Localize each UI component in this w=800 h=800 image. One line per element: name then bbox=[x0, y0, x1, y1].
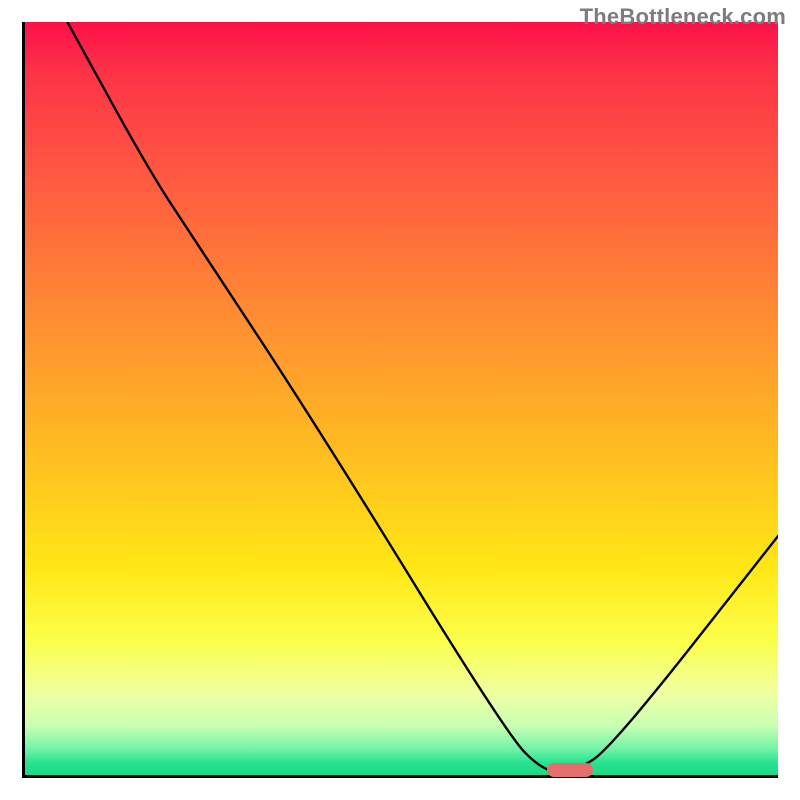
optimal-marker bbox=[547, 763, 593, 777]
plot-area bbox=[22, 22, 778, 778]
gradient-background bbox=[22, 22, 778, 778]
chart-viewport: TheBottleneck.com bbox=[0, 0, 800, 800]
watermark-text: TheBottleneck.com bbox=[580, 4, 786, 30]
